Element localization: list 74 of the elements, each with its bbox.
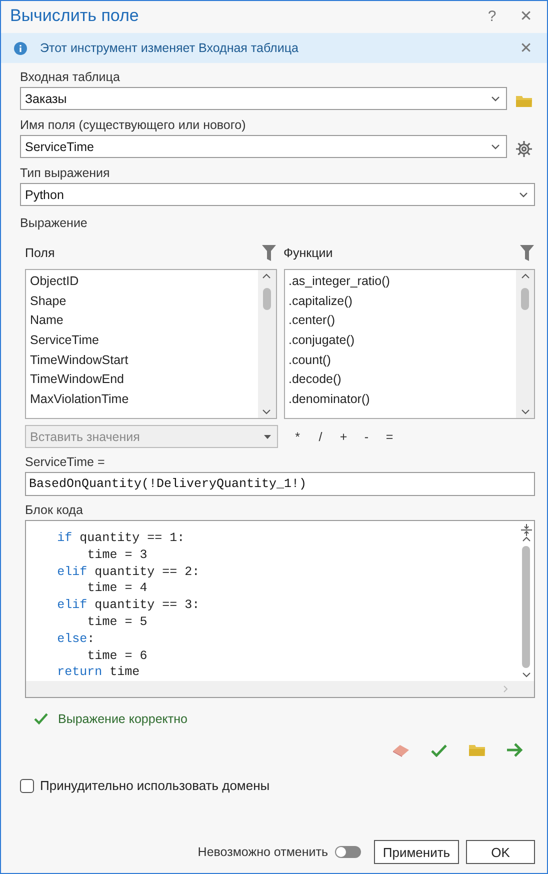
list-item[interactable]: .count() xyxy=(288,350,512,370)
section-label: Блок кода xyxy=(25,503,84,517)
code-line: time = 3 xyxy=(87,546,148,564)
list-item[interactable]: Name xyxy=(30,311,254,332)
list-item[interactable]: .conjugate() xyxy=(288,331,512,351)
list-item[interactable]: .as_integer_ratio() xyxy=(288,272,512,292)
list-item[interactable]: Shape xyxy=(30,292,254,312)
resize-icon[interactable] xyxy=(520,524,532,536)
filter-icon[interactable] xyxy=(260,244,276,262)
caret-icon xyxy=(264,434,271,438)
filter-icon[interactable] xyxy=(519,244,535,262)
scroll-down-icon[interactable] xyxy=(262,409,271,415)
info-message: Этот инструмент изменяет Входная таблица xyxy=(40,41,300,55)
list-item[interactable]: .decode() xyxy=(288,370,512,390)
toggle-switch[interactable] xyxy=(335,846,361,858)
list-item[interactable]: .center() xyxy=(288,311,512,332)
field-label: Входная таблица xyxy=(20,70,121,84)
checkbox-label: Принудительно использовать домены xyxy=(40,778,270,793)
scrollbar[interactable] xyxy=(516,270,534,418)
list-title: Поля xyxy=(25,246,55,260)
field-label: Тип выражения xyxy=(20,166,111,180)
list-item[interactable]: MaxViolationTime xyxy=(30,390,254,410)
undo-label: Невозможно отменить xyxy=(198,845,328,859)
ok-button[interactable]: OK xyxy=(466,840,535,864)
close-button[interactable]: ✕ xyxy=(513,3,539,29)
info-icon xyxy=(14,42,27,54)
scroll-up-icon[interactable] xyxy=(522,536,530,542)
help-button[interactable]: ? xyxy=(479,3,505,29)
list-item[interactable]: .capitalize() xyxy=(288,292,512,312)
expression-field[interactable]: BasedOnQuantity(!DeliveryQuantity_1!) xyxy=(25,472,535,496)
section-label: Выражение xyxy=(20,216,88,230)
operator-button[interactable]: - xyxy=(355,430,378,444)
list-item[interactable]: ServiceTime xyxy=(30,331,254,351)
table-dropdown[interactable]: Заказы xyxy=(20,87,507,110)
scrollbar-thumb[interactable] xyxy=(522,546,530,668)
code-editor[interactable]: if quantity == 1: time = 3 elif quantity == 2: time = 4 elif quantity == 3: time = 5 else: time = 6 return time xyxy=(25,520,535,698)
gear-icon[interactable] xyxy=(515,140,533,158)
list-item[interactable]: .denominator() xyxy=(288,390,512,410)
scroll-up-icon[interactable] xyxy=(262,273,271,279)
list-item[interactable]: ObjectID xyxy=(30,272,254,292)
operator-button[interactable]: = xyxy=(378,430,401,444)
scroll-down-icon[interactable] xyxy=(520,409,530,415)
code-line: time = 6 xyxy=(87,648,148,664)
operator-button[interactable]: + xyxy=(332,430,355,444)
code-line: if quantity == 1: xyxy=(57,530,185,547)
folder-icon[interactable] xyxy=(515,94,533,108)
scrollbar[interactable] xyxy=(258,270,276,418)
close-button[interactable]: ✕ xyxy=(513,35,539,61)
code-line: elif quantity == 2: xyxy=(57,564,200,580)
window-title: Вычислить поле xyxy=(10,6,140,26)
expression-label: ServiceTime = xyxy=(25,455,106,469)
scrollbar-thumb[interactable] xyxy=(262,288,270,310)
operator-button[interactable]: * xyxy=(286,430,309,444)
code-line: time = 4 xyxy=(87,580,148,598)
field-name-dropdown[interactable]: ServiceTime xyxy=(20,135,507,158)
code-line: time = 5 xyxy=(87,614,148,631)
scroll-down-icon[interactable] xyxy=(522,672,530,678)
chevron-down-icon xyxy=(491,96,500,102)
chevron-down-icon xyxy=(491,144,500,150)
chevron-down-icon xyxy=(519,192,528,198)
validation-message: Выражение корректно xyxy=(58,712,188,726)
operator-button[interactable]: / xyxy=(309,430,332,444)
list-item[interactable]: TimeWindowStart xyxy=(30,350,254,370)
list-item[interactable]: TimeWindowEnd xyxy=(30,370,254,390)
expression-type-dropdown[interactable]: Python xyxy=(20,183,535,206)
list-title: Функции xyxy=(284,246,333,260)
checkbox[interactable] xyxy=(20,778,34,792)
scroll-up-icon[interactable] xyxy=(520,273,530,279)
code-line: elif quantity == 3: xyxy=(57,597,200,614)
apply-button[interactable]: Применить xyxy=(374,840,459,864)
code-line: else: xyxy=(57,630,95,648)
code-line: return time xyxy=(57,664,140,681)
scrollbar-thumb[interactable] xyxy=(521,288,529,310)
field-label: Имя поля (существующего или нового) xyxy=(20,118,247,132)
